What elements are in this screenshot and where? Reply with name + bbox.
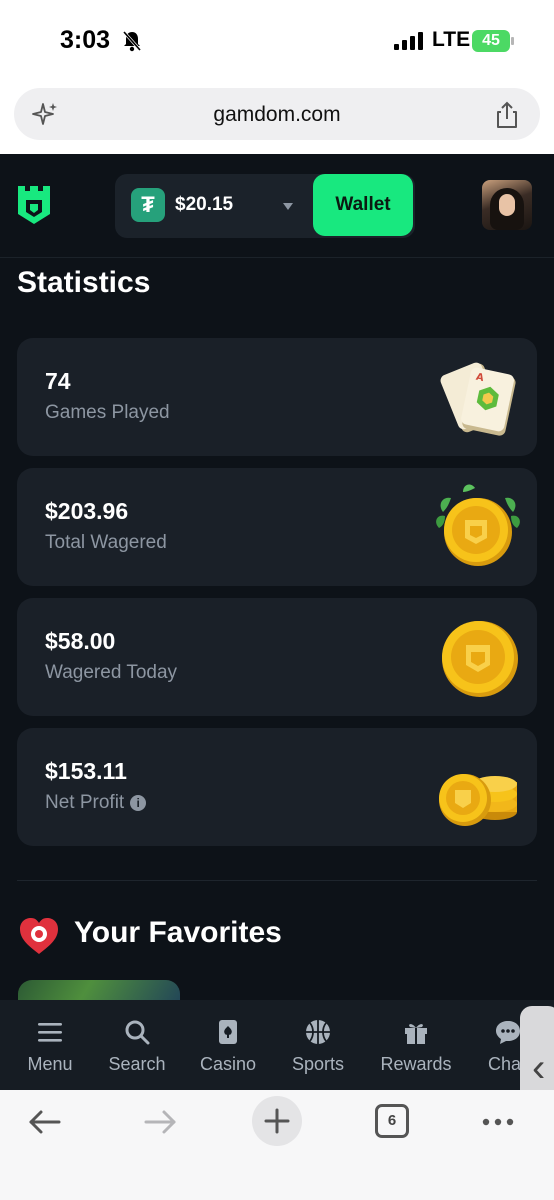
section-divider xyxy=(17,880,537,881)
stat-value: 74 xyxy=(45,368,71,394)
bell-muted-icon xyxy=(122,31,142,52)
nav-label: Casino xyxy=(199,1054,257,1074)
nav-item-menu[interactable]: Menu xyxy=(18,1000,82,1090)
nav-label: Rewards xyxy=(380,1054,452,1074)
stat-card-net-profit: $153.11 Net Profit i xyxy=(17,728,537,846)
menu-icon xyxy=(38,1023,62,1042)
forward-arrow-icon[interactable] xyxy=(140,1102,180,1142)
wallet-button[interactable]: Wallet xyxy=(313,174,413,236)
stat-card-games-played: 74 Games Played A xyxy=(17,338,537,456)
nav-item-rewards[interactable]: Rewards xyxy=(374,1000,458,1090)
site-header: ₮ $20.15 Wallet xyxy=(0,154,554,258)
browser-toolbar: 6 xyxy=(0,1090,554,1200)
gamdom-logo-icon[interactable] xyxy=(16,184,52,226)
favorites-title: Your Favorites xyxy=(74,916,282,949)
stat-label: Games Played xyxy=(45,402,170,423)
chat-icon xyxy=(496,1021,520,1044)
stat-card-wagered-today: $58.00 Wagered Today xyxy=(17,598,537,716)
avatar-face xyxy=(499,194,515,216)
nav-label: Menu xyxy=(27,1054,73,1074)
avatar[interactable] xyxy=(482,180,532,230)
tabs-button[interactable]: 6 xyxy=(375,1104,409,1138)
stat-label: Net Profit i xyxy=(45,792,147,814)
mahjong-tiles-icon: A xyxy=(440,362,516,436)
nav-label: Sports xyxy=(291,1054,345,1074)
stat-label: Total Wagered xyxy=(45,532,167,553)
search-icon xyxy=(125,1020,150,1045)
stat-value: $58.00 xyxy=(45,628,116,654)
chevron-down-icon[interactable] xyxy=(282,201,294,211)
statistics-title: Statistics xyxy=(17,266,151,299)
nav-label: Search xyxy=(108,1054,166,1074)
plus-icon xyxy=(264,1108,290,1134)
chevron-left-icon: ‹ xyxy=(532,1046,546,1090)
new-tab-button[interactable] xyxy=(252,1096,302,1146)
address-bar[interactable]: gamdom.com xyxy=(14,88,540,140)
gift-icon xyxy=(405,1024,427,1044)
nav-item-sports[interactable]: Sports xyxy=(284,1000,352,1090)
more-icon[interactable] xyxy=(478,1102,518,1142)
signal-icon xyxy=(394,32,423,50)
tether-icon: ₮ xyxy=(131,188,165,222)
info-icon[interactable]: i xyxy=(130,794,147,811)
balance-selector[interactable]: ₮ $20.15 Wallet xyxy=(115,174,415,238)
status-time: 3:03 xyxy=(60,26,111,54)
balance-amount: $20.15 xyxy=(175,194,234,215)
network-type: LTE xyxy=(432,28,471,51)
heart-icon xyxy=(20,918,58,954)
coin-icon xyxy=(442,621,518,697)
stat-label-text: Net Profit xyxy=(45,792,125,813)
sports-icon xyxy=(306,1020,330,1044)
back-arrow-icon[interactable] xyxy=(25,1102,65,1142)
status-bar: 3:03 LTE 45 xyxy=(0,0,554,82)
nav-item-casino[interactable]: Casino xyxy=(194,1000,262,1090)
battery-icon: 45 xyxy=(472,30,514,52)
stat-card-total-wagered: $203.96 Total Wagered xyxy=(17,468,537,586)
nav-item-search[interactable]: Search xyxy=(102,1000,172,1090)
stat-value: $203.96 xyxy=(45,498,129,524)
casino-icon xyxy=(219,1020,237,1044)
stat-label: Wagered Today xyxy=(45,662,178,683)
stat-value: $153.11 xyxy=(45,758,127,784)
coin-stack-icon xyxy=(439,774,517,826)
url-text[interactable]: gamdom.com xyxy=(14,103,540,127)
bottom-navigation: Menu Search Casino Sports Rewards Cha xyxy=(0,1000,554,1090)
coin-leaves-icon xyxy=(436,484,520,566)
browser-address-area: gamdom.com xyxy=(0,82,554,154)
share-icon[interactable] xyxy=(492,100,522,130)
